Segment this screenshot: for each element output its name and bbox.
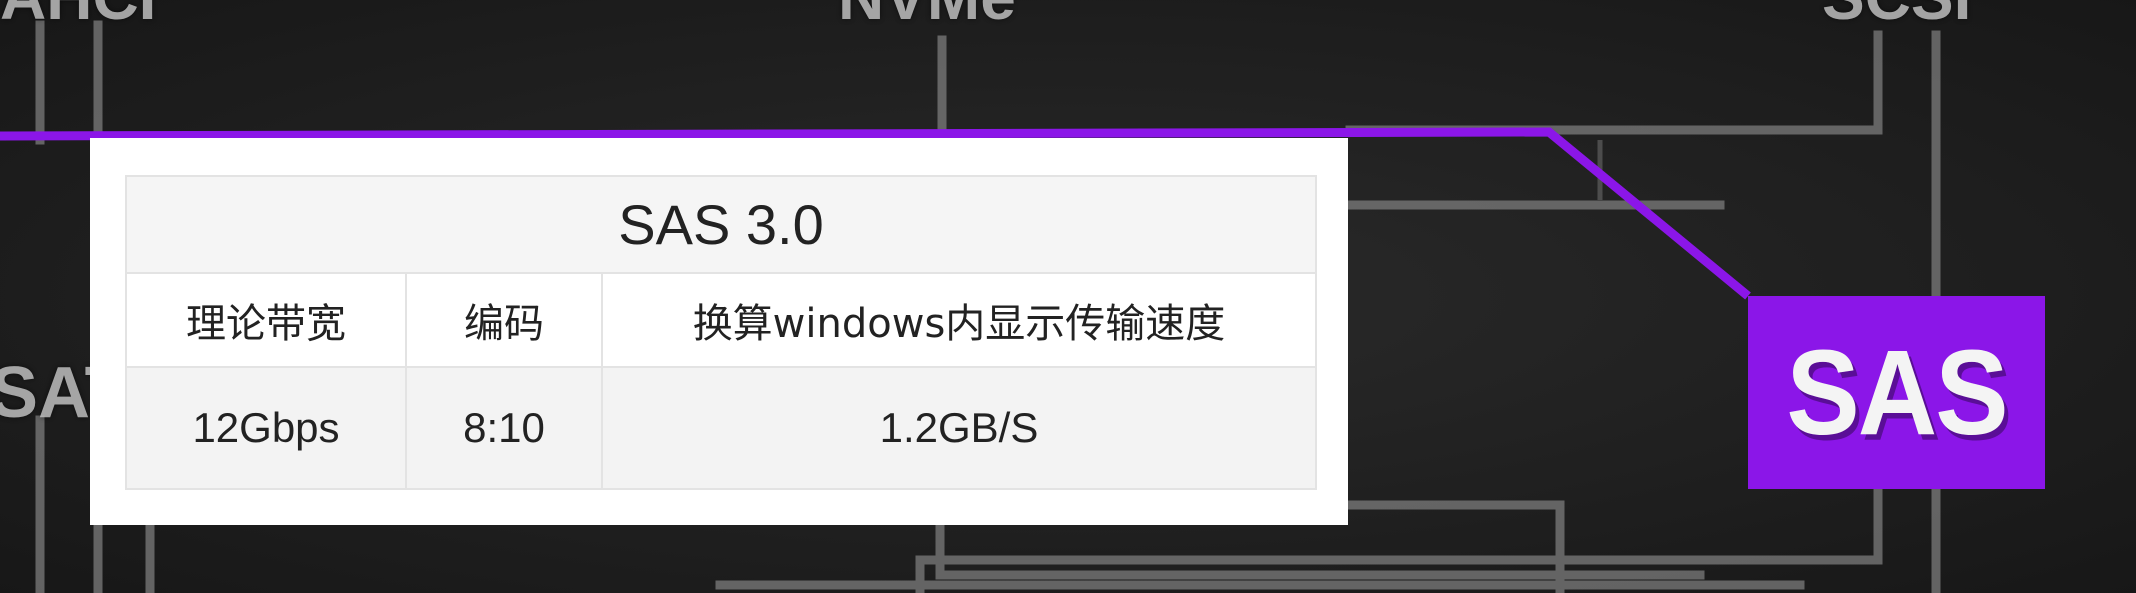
faded-label-nvme: NVMe [838, 0, 1016, 34]
table-title-row: SAS 3.0 [125, 175, 1317, 274]
sas-label-text: SAS [1786, 324, 2008, 461]
cell-encoding: 8:10 [405, 366, 603, 490]
cell-windows-speed: 1.2GB/S [601, 366, 1317, 490]
header-encoding: 编码 [405, 272, 603, 368]
table-row: 12Gbps 8:10 1.2GB/S [125, 366, 1317, 490]
spec-table-card: SAS 3.0 理论带宽 编码 换算windows内显示传输速度 12Gbps … [90, 138, 1348, 525]
faded-label-scsi: SCSI [1822, 0, 1971, 34]
spec-table: SAS 3.0 理论带宽 编码 换算windows内显示传输速度 12Gbps … [125, 175, 1317, 490]
table-header-row: 理论带宽 编码 换算windows内显示传输速度 [125, 272, 1317, 368]
table-title: SAS 3.0 [125, 175, 1317, 274]
cell-bandwidth: 12Gbps [125, 366, 407, 490]
faded-label-ahci: AHCI [0, 0, 156, 34]
sas-label-box: SAS [1748, 296, 2045, 489]
header-windows-speed: 换算windows内显示传输速度 [601, 272, 1317, 368]
header-bandwidth: 理论带宽 [125, 272, 407, 368]
